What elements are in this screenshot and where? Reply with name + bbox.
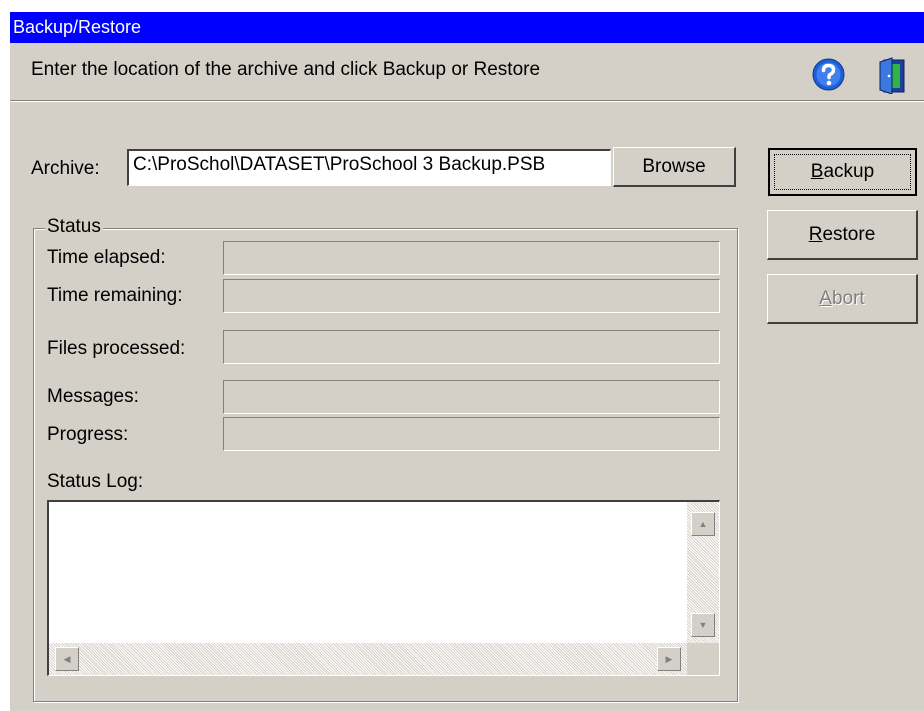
progress-label: Progress: (47, 424, 129, 445)
scroll-up-arrow-icon[interactable]: ▲ (691, 512, 715, 536)
time-elapsed-field (223, 241, 720, 275)
restore-accelerator: R (808, 224, 823, 245)
window-title: Backup/Restore (13, 17, 142, 37)
time-remaining-field (223, 279, 720, 313)
browse-button[interactable]: Browse (613, 147, 736, 187)
progress-bar (223, 417, 720, 451)
help-icon[interactable] (812, 58, 845, 91)
scrollbar-corner (687, 643, 719, 675)
horizontal-scrollbar[interactable]: ◀ ▶ (49, 643, 688, 675)
abort-button[interactable]: Abort (767, 274, 918, 324)
files-processed-field (223, 330, 720, 364)
restore-label-rest: estore (822, 224, 876, 245)
files-processed-label: Files processed: (47, 338, 186, 359)
backup-button[interactable]: Backup (768, 148, 917, 196)
time-remaining-label: Time remaining: (47, 285, 183, 306)
abort-accelerator: A (819, 288, 832, 309)
instruction-text: Enter the location of the archive and cl… (31, 59, 541, 80)
archive-path-input[interactable]: C:\ProSchol\DATASET\ProSchool 3 Backup.P… (127, 149, 611, 186)
scroll-down-arrow-icon[interactable]: ▼ (691, 613, 715, 637)
focus-rectangle (774, 154, 911, 190)
exit-door-icon[interactable] (876, 56, 910, 94)
vertical-scrollbar[interactable]: ▲ ▼ (687, 502, 719, 643)
status-log-label: Status Log: (47, 471, 144, 492)
status-log-textarea[interactable]: ▲ ▼ ◀ ▶ (47, 500, 720, 676)
header-panel: Enter the location of the archive and cl… (10, 43, 924, 101)
restore-button[interactable]: Restore (767, 210, 918, 260)
messages-field (223, 380, 720, 414)
messages-label: Messages: (47, 386, 139, 407)
abort-label-rest: bort (831, 288, 865, 309)
archive-label: Archive: (31, 158, 100, 179)
status-group-title: Status (45, 216, 103, 238)
time-elapsed-label: Time elapsed: (47, 247, 166, 268)
scroll-right-arrow-icon[interactable]: ▶ (657, 647, 681, 671)
title-bar[interactable]: Backup/Restore (10, 12, 924, 43)
backup-restore-window: Backup/Restore Enter the location of the… (10, 12, 924, 711)
scroll-left-arrow-icon[interactable]: ◀ (55, 647, 79, 671)
